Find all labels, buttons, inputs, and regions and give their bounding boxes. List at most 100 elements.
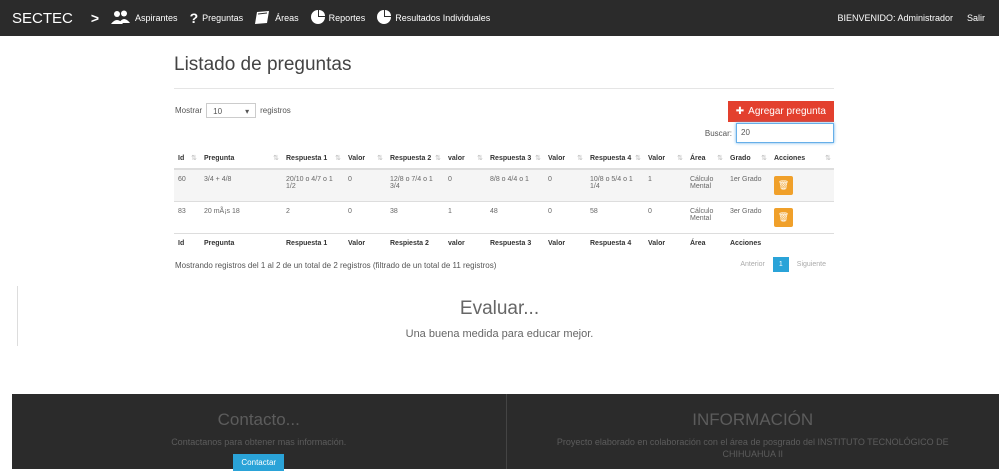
records-label: registros bbox=[260, 106, 291, 115]
sort-icon: ⇅ bbox=[825, 154, 831, 162]
cell-valor-2: 1 bbox=[444, 202, 486, 234]
sort-icon: ⇅ bbox=[677, 154, 683, 162]
col-valor-1[interactable]: Valor⇅ bbox=[344, 149, 386, 169]
cell-valor-3: 0 bbox=[544, 169, 586, 202]
table-row: 83 20 mÃ¡s 18 2 0 38 1 48 0 58 0 Cálculo… bbox=[174, 202, 834, 234]
col-area[interactable]: Área⇅ bbox=[686, 149, 726, 169]
evaluar-subtitle: Una buena medida para educar mejor. bbox=[0, 328, 999, 340]
contact-column: Contacto... Contactanos para obtener mas… bbox=[12, 394, 506, 469]
col-valor-3[interactable]: Valor⇅ bbox=[544, 149, 586, 169]
main-content: Listado de preguntas Mostrar 10 ▾ regist… bbox=[174, 54, 834, 277]
col-respuesta-4[interactable]: Respuesta 4⇅ bbox=[586, 149, 644, 169]
cell-respuesta-1: 20/10 o 4/7 o 1 1/2 bbox=[282, 169, 344, 202]
cell-id: 60 bbox=[174, 169, 200, 202]
col-id[interactable]: Id⇅ bbox=[174, 149, 200, 169]
cell-valor-3: 0 bbox=[544, 202, 586, 234]
nav-reportes[interactable]: Reportes bbox=[311, 10, 366, 26]
foot-valor-3: Valor bbox=[544, 234, 586, 254]
foot-id: Id bbox=[174, 234, 200, 254]
page-length-control: Mostrar 10 ▾ registros bbox=[175, 103, 291, 118]
cell-acciones: 🗑 bbox=[770, 169, 834, 202]
contact-button[interactable]: Contactar bbox=[233, 454, 284, 471]
sort-icon: ⇅ bbox=[535, 154, 541, 162]
sort-icon: ⇅ bbox=[577, 154, 583, 162]
table-info: Mostrando registros del 1 al 2 de un tot… bbox=[175, 261, 496, 270]
col-respuesta-2[interactable]: Respuesta 2⇅ bbox=[386, 149, 444, 169]
cell-respuesta-1: 2 bbox=[282, 202, 344, 234]
search-label: Buscar: bbox=[705, 129, 732, 138]
evaluar-section: Evaluar... Una buena medida para educar … bbox=[0, 298, 999, 340]
cell-respuesta-3: 8/8 o 4/4 o 1 bbox=[486, 169, 544, 202]
foot-acciones: Acciones bbox=[726, 234, 770, 254]
pie-chart-icon bbox=[311, 10, 325, 26]
col-valor-2[interactable]: valor⇅ bbox=[444, 149, 486, 169]
contact-text: Contactanos para obtener mas información… bbox=[12, 436, 506, 448]
add-question-button[interactable]: ✚ Agregar pregunta bbox=[728, 101, 834, 122]
footer: Contacto... Contactanos para obtener mas… bbox=[12, 394, 999, 469]
nav-preguntas[interactable]: ? Preguntas bbox=[190, 10, 244, 26]
foot-valor-4: Valor bbox=[644, 234, 686, 254]
nav-label: Áreas bbox=[275, 13, 299, 23]
sort-icon: ⇅ bbox=[761, 154, 767, 162]
col-respuesta-3[interactable]: Respuesta 3⇅ bbox=[486, 149, 544, 169]
sort-icon: ⇅ bbox=[191, 154, 197, 162]
users-icon bbox=[111, 10, 131, 26]
show-label: Mostrar bbox=[175, 106, 202, 115]
questions-table: Id⇅ Pregunta⇅ Respuesta 1⇅ Valor⇅ Respue… bbox=[174, 149, 834, 253]
evaluar-title: Evaluar... bbox=[0, 298, 999, 320]
cell-pregunta: 20 mÃ¡s 18 bbox=[200, 202, 282, 234]
top-navbar: SECTEC > Aspirantes ? Preguntas Áreas Re… bbox=[0, 0, 999, 36]
cell-grado: 3er Grado bbox=[726, 202, 770, 234]
cell-id: 83 bbox=[174, 202, 200, 234]
sort-icon: ⇅ bbox=[273, 154, 279, 162]
sort-icon: ⇅ bbox=[435, 154, 441, 162]
cell-acciones: 🗑 bbox=[770, 202, 834, 234]
cell-area: Cálculo Mental bbox=[686, 169, 726, 202]
trash-icon: 🗑 bbox=[778, 212, 789, 222]
col-acciones[interactable]: Acciones⇅ bbox=[770, 149, 834, 169]
page-title: Listado de preguntas bbox=[174, 54, 834, 89]
delete-button[interactable]: 🗑 bbox=[774, 208, 793, 227]
plus-icon: ✚ bbox=[736, 106, 744, 117]
nav-resultados[interactable]: Resultados Individuales bbox=[377, 10, 490, 26]
prev-page-button[interactable]: Anterior bbox=[732, 257, 773, 272]
nav-areas[interactable]: Áreas bbox=[255, 11, 299, 26]
cell-valor-4: 0 bbox=[644, 202, 686, 234]
col-respuesta-1[interactable]: Respuesta 1⇅ bbox=[282, 149, 344, 169]
col-valor-4[interactable]: Valor⇅ bbox=[644, 149, 686, 169]
page-length-value: 10 bbox=[213, 107, 222, 114]
question-icon: ? bbox=[190, 10, 199, 26]
foot-valor-1: Valor bbox=[344, 234, 386, 254]
nav-label: Reportes bbox=[329, 13, 366, 23]
sort-icon: ⇅ bbox=[635, 154, 641, 162]
col-grado[interactable]: Grado⇅ bbox=[726, 149, 770, 169]
cell-valor-1: 0 bbox=[344, 169, 386, 202]
info-title: INFORMACIÓN bbox=[507, 410, 999, 430]
nav-aspirantes[interactable]: Aspirantes bbox=[111, 10, 178, 26]
table-header-row: Id⇅ Pregunta⇅ Respuesta 1⇅ Valor⇅ Respue… bbox=[174, 149, 834, 169]
logout-link[interactable]: Salir bbox=[967, 13, 985, 23]
cell-valor-2: 0 bbox=[444, 169, 486, 202]
brand[interactable]: SECTEC bbox=[12, 10, 73, 27]
next-page-button[interactable]: Siguiente bbox=[789, 257, 834, 272]
chevron-right-icon[interactable]: > bbox=[91, 10, 99, 26]
foot-respuesta-2: Respiesta 2 bbox=[386, 234, 444, 254]
sort-icon: ⇅ bbox=[335, 154, 341, 162]
foot-respuesta-1: Respuesta 1 bbox=[282, 234, 344, 254]
cell-valor-1: 0 bbox=[344, 202, 386, 234]
cell-respuesta-2: 12/8 o 7/4 o 1 3/4 bbox=[386, 169, 444, 202]
col-pregunta[interactable]: Pregunta⇅ bbox=[200, 149, 282, 169]
delete-button[interactable]: 🗑 bbox=[774, 176, 793, 195]
search-input[interactable]: 20 bbox=[736, 123, 834, 143]
page-1-button[interactable]: 1 bbox=[773, 257, 789, 272]
table-footer-row: Id Pregunta Respuesta 1 Valor Respiesta … bbox=[174, 234, 834, 254]
welcome-text: BIENVENIDO: Administrador bbox=[837, 13, 953, 23]
sort-icon: ⇅ bbox=[477, 154, 483, 162]
foot-respuesta-4: Respuesta 4 bbox=[586, 234, 644, 254]
foot-pregunta: Pregunta bbox=[200, 234, 282, 254]
cell-pregunta: 3/4 + 4/8 bbox=[200, 169, 282, 202]
foot-respuesta-3: Respuesta 3 bbox=[486, 234, 544, 254]
page-length-select[interactable]: 10 ▾ bbox=[206, 103, 256, 118]
search-control: Buscar: 20 bbox=[705, 123, 834, 143]
nav-label: Resultados Individuales bbox=[395, 13, 490, 23]
